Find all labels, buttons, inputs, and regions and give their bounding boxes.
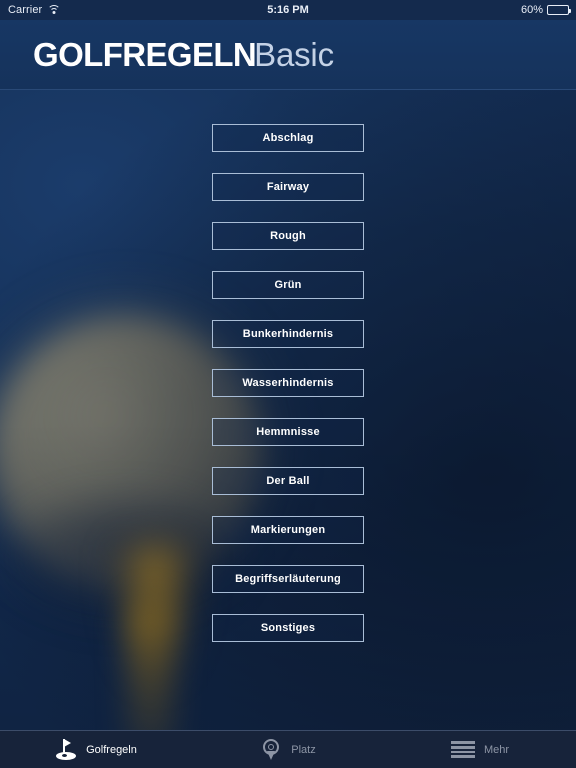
menu-button[interactable]: Rough (212, 222, 364, 250)
menu-button[interactable]: Bunkerhindernis (212, 320, 364, 348)
app-root: Carrier 5:16 PM 60% GOLFREGELN Basic Abs… (0, 0, 576, 768)
menu-button-label: Abschlag (262, 131, 314, 144)
battery-icon (547, 5, 571, 15)
brand-title-primary: GOLFREGELN (33, 35, 257, 73)
tab-label: Mehr (483, 743, 510, 756)
menu-button[interactable]: Sonstiges (212, 614, 364, 642)
menu-button[interactable]: Der Ball (212, 467, 364, 495)
map-pin-icon (260, 738, 282, 762)
hamburger-menu-icon (450, 738, 475, 762)
bottom-tab-bar: Golfregeln Platz Mehr (0, 730, 576, 768)
tab-mehr[interactable]: Mehr (384, 731, 576, 768)
menu-button-label: Bunkerhindernis (242, 327, 334, 340)
menu-button-label: Rough (270, 229, 306, 242)
status-bar-right: 60% (520, 4, 571, 16)
menu-button-label: Der Ball (266, 474, 310, 487)
menu-button-label: Sonstiges (260, 621, 316, 634)
battery-percent-label: 60% (520, 4, 543, 16)
tab-golfregeln[interactable]: Golfregeln (0, 731, 192, 768)
menu-button[interactable]: Fairway (212, 173, 364, 201)
menu-button[interactable]: Wasserhindernis (212, 369, 364, 397)
menu-button[interactable]: Hemmnisse (212, 418, 364, 446)
tab-label: Platz (291, 743, 316, 756)
menu-button[interactable]: Markierungen (212, 516, 364, 544)
app-header: GOLFREGELN Basic (0, 20, 576, 90)
menu-button[interactable]: Abschlag (212, 124, 364, 152)
status-bar: Carrier 5:16 PM 60% (0, 0, 576, 20)
menu-button[interactable]: Grün (212, 271, 364, 299)
menu-button-label: Markierungen (250, 523, 326, 536)
tab-platz[interactable]: Platz (192, 731, 384, 768)
tab-label: Golfregeln (86, 743, 137, 756)
menu-button-label: Wasserhindernis (242, 376, 334, 389)
menu-button-label: Grün (274, 278, 302, 291)
golf-flag-icon (55, 738, 77, 762)
menu-button-label: Fairway (266, 180, 310, 193)
brand-title: GOLFREGELN Basic (33, 36, 334, 74)
menu-button-label: Begriffserläuterung (235, 572, 341, 585)
menu-button[interactable]: Begriffserläuterung (212, 565, 364, 593)
menu-button-label: Hemmnisse (256, 425, 320, 438)
category-menu: Abschlag Fairway Rough Grün Bunkerhindernis W… (0, 124, 576, 642)
status-bar-clock: 5:16 PM (267, 4, 309, 16)
brand-title-secondary: Basic (254, 35, 334, 73)
